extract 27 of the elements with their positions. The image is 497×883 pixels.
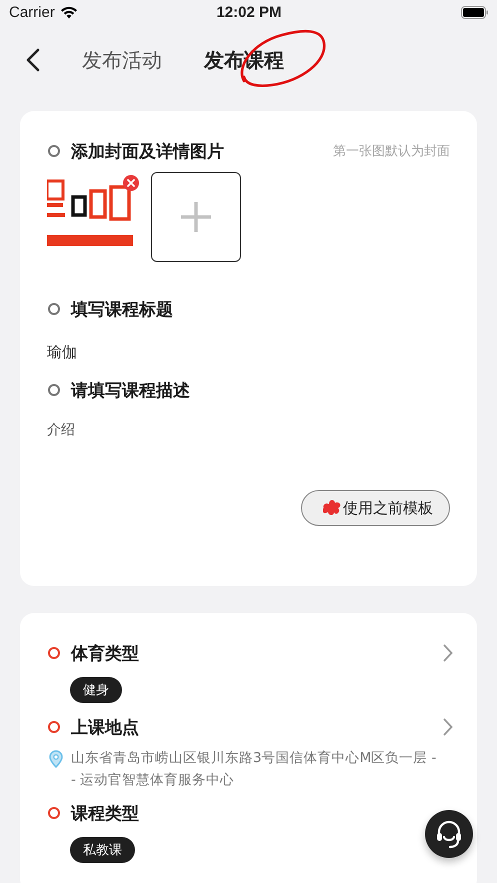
address-text: 山东省青岛市崂山区银川东路3号国信体育中心M区负一层 -- 运动官智慧体育服务中心 <box>71 749 437 790</box>
section-title: 添加封面及详情图片 <box>71 140 224 162</box>
delete-icon[interactable] <box>123 175 139 191</box>
section-title: 上课地点 <box>71 716 139 738</box>
location-pin-icon <box>49 750 63 768</box>
back-icon[interactable] <box>26 48 40 72</box>
template-button[interactable]: 使用之前模板 <box>301 490 450 526</box>
tag[interactable]: 健身 <box>70 677 122 703</box>
section-title: 体育类型 <box>71 642 139 664</box>
flower-icon <box>323 499 341 517</box>
description-field[interactable]: 介绍 <box>47 416 450 444</box>
section-title: 填写课程标题 <box>71 298 173 320</box>
section-title: 请填写课程描述 <box>71 380 190 402</box>
wifi-icon <box>60 6 78 18</box>
plus-icon <box>180 201 212 233</box>
section-title: 课程类型 <box>71 802 139 824</box>
headset-icon <box>434 819 464 849</box>
status-time: 12:02 PM <box>216 4 282 20</box>
tag[interactable]: 私教课 <box>70 837 135 863</box>
add-image-button[interactable] <box>151 172 241 262</box>
chevron-icon[interactable] <box>443 644 453 662</box>
carrier-label: Carrier <box>9 4 55 20</box>
title-field[interactable]: 瑜伽 <box>47 338 450 366</box>
hint-text: 第一张图默认为封面 <box>333 143 450 160</box>
battery-icon <box>460 6 489 18</box>
tab[interactable]: 发布活动 <box>82 48 162 72</box>
chevron-icon[interactable] <box>443 718 453 736</box>
